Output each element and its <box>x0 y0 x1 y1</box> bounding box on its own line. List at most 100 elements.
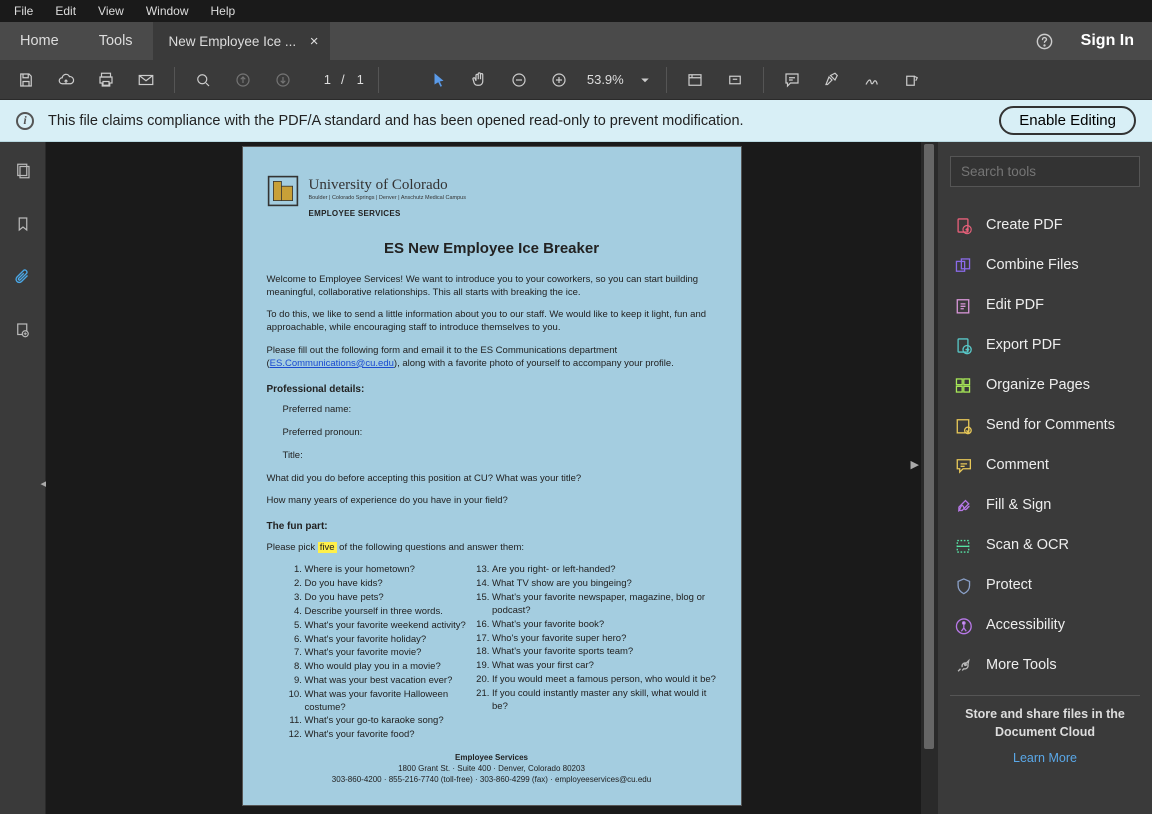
email-icon[interactable] <box>130 64 162 96</box>
menu-help[interactable]: Help <box>201 2 246 20</box>
tool-edit-pdf[interactable]: Edit PDF <box>950 285 1140 325</box>
menu-edit[interactable]: Edit <box>45 2 86 20</box>
protect-icon <box>954 576 972 594</box>
tabbar: Home Tools New Employee Ice ... × Sign I… <box>0 22 1152 60</box>
thumbnails-icon[interactable] <box>14 162 32 185</box>
question-item: What's your favorite book? <box>492 619 716 632</box>
find-icon[interactable] <box>187 64 219 96</box>
enable-editing-button[interactable]: Enable Editing <box>999 106 1136 135</box>
tool-organize-pages[interactable]: Organize Pages <box>950 365 1140 405</box>
tool-send-for-comments[interactable]: Send for Comments <box>950 405 1140 445</box>
menu-view[interactable]: View <box>88 2 134 20</box>
question-list-left: Where is your hometown?Do you have kids?… <box>289 564 471 743</box>
fit-width-icon[interactable] <box>679 64 711 96</box>
tool-label: More Tools <box>986 657 1057 673</box>
document-tab-label: New Employee Ice ... <box>169 34 297 49</box>
info-icon: i <box>16 112 34 130</box>
tool-more-tools[interactable]: More Tools <box>950 645 1140 685</box>
search-tools-input[interactable] <box>950 156 1140 187</box>
home-tab[interactable]: Home <box>0 22 79 60</box>
university-campuses: Boulder | Colorado Springs | Denver | An… <box>309 195 466 202</box>
question-item: Who would play you in a movie? <box>305 661 471 674</box>
zoom-value[interactable]: 53.9% <box>583 72 628 87</box>
create-pdf-icon <box>954 216 972 234</box>
learn-more-link[interactable]: Learn More <box>950 751 1140 765</box>
print-icon[interactable] <box>90 64 122 96</box>
pick-instruction: Please pick five of the following questi… <box>267 542 717 555</box>
close-tab-icon[interactable]: × <box>306 34 322 50</box>
tool-label: Protect <box>986 577 1032 593</box>
question-previous-role: What did you do before accepting this po… <box>267 473 717 486</box>
prev-page-icon[interactable] <box>227 64 259 96</box>
professional-heading: Professional details: <box>267 383 717 397</box>
select-arrow-icon[interactable] <box>423 64 455 96</box>
pdf-page: University of Colorado Boulder | Colorad… <box>242 146 742 806</box>
help-icon[interactable] <box>1027 32 1063 51</box>
zoom-out-icon[interactable] <box>503 64 535 96</box>
tool-label: Organize Pages <box>986 377 1090 393</box>
tool-label: Create PDF <box>986 217 1063 233</box>
more-tools-icon <box>954 656 972 674</box>
question-item: If you could instantly master any skill,… <box>492 688 716 714</box>
tool-protect[interactable]: Protect <box>950 565 1140 605</box>
question-list-right: Are you right- or left-handed?What TV sh… <box>476 564 716 743</box>
cu-logo-icon <box>267 175 299 207</box>
sign-in-button[interactable]: Sign In <box>1063 32 1152 50</box>
layers-icon[interactable] <box>14 321 32 344</box>
email-link[interactable]: ES.Communications@cu.edu <box>270 358 394 369</box>
document-view[interactable]: ▶ University of Colorado Boulder | Color… <box>46 142 937 814</box>
tool-comment[interactable]: Comment <box>950 445 1140 485</box>
tool-scan-ocr[interactable]: Scan & OCR <box>950 525 1140 565</box>
save-icon[interactable] <box>10 64 42 96</box>
rotate-icon[interactable] <box>896 64 928 96</box>
intro-p1: Welcome to Employee Services! We want to… <box>267 274 717 300</box>
menubar: File Edit View Window Help <box>0 0 1152 22</box>
menu-window[interactable]: Window <box>136 2 199 20</box>
tool-combine-files[interactable]: Combine Files <box>950 245 1140 285</box>
question-item: Do you have pets? <box>305 592 471 605</box>
tool-label: Scan & OCR <box>986 537 1069 553</box>
bookmarks-icon[interactable] <box>14 215 32 238</box>
question-experience: How many years of experience do you have… <box>267 495 717 508</box>
cloud-icon[interactable] <box>50 64 82 96</box>
question-item: What's your favorite newspaper, magazine… <box>492 592 716 618</box>
tools-panel: Create PDF Combine Files Edit PDFExport PD… <box>937 142 1152 814</box>
attachments-icon[interactable] <box>14 268 32 291</box>
sign-icon[interactable] <box>856 64 888 96</box>
highlight-icon[interactable] <box>816 64 848 96</box>
next-page-icon[interactable] <box>267 64 299 96</box>
tool-label: Fill & Sign <box>986 497 1051 513</box>
question-item: What's your favorite weekend activity? <box>305 620 471 633</box>
vertical-scrollbar[interactable] <box>921 142 937 814</box>
field-preferred-name: Preferred name: <box>267 404 717 417</box>
zoom-dropdown-icon[interactable] <box>636 64 654 96</box>
tools-tab[interactable]: Tools <box>79 22 153 60</box>
intro-p2: To do this, we like to send a little inf… <box>267 309 717 335</box>
tool-fill-sign[interactable]: Fill & Sign <box>950 485 1140 525</box>
left-nav-panel: ◀ <box>0 142 46 814</box>
question-item: If you would meet a famous person, who w… <box>492 674 716 687</box>
tool-label: Combine Files <box>986 257 1079 273</box>
university-name: University of Colorado <box>309 175 466 195</box>
field-title: Title: <box>267 450 717 463</box>
zoom-in-icon[interactable] <box>543 64 575 96</box>
dept-name: EMPLOYEE SERVICES <box>309 209 466 220</box>
annotate-icon[interactable] <box>776 64 808 96</box>
fun-heading: The fun part: <box>267 520 717 534</box>
fit-page-icon[interactable] <box>719 64 751 96</box>
fill-sign-icon <box>954 496 972 514</box>
expand-right-panel-icon[interactable]: ▶ <box>911 458 919 471</box>
question-item: Do you have kids? <box>305 578 471 591</box>
tool-label: Comment <box>986 457 1049 473</box>
tool-accessibility[interactable]: Accessibility <box>950 605 1140 645</box>
question-item: What was your best vacation ever? <box>305 675 471 688</box>
question-item: What's your favorite sports team? <box>492 646 716 659</box>
tool-create-pdf[interactable]: Create PDF <box>950 205 1140 245</box>
document-tab[interactable]: New Employee Ice ... × <box>153 22 331 60</box>
question-item: What's your favorite movie? <box>305 647 471 660</box>
menu-file[interactable]: File <box>4 2 43 20</box>
page-number-input[interactable] <box>307 72 331 87</box>
doc-title: ES New Employee Ice Breaker <box>267 239 717 259</box>
hand-icon[interactable] <box>463 64 495 96</box>
tool-export-pdf[interactable]: Export PDF <box>950 325 1140 365</box>
